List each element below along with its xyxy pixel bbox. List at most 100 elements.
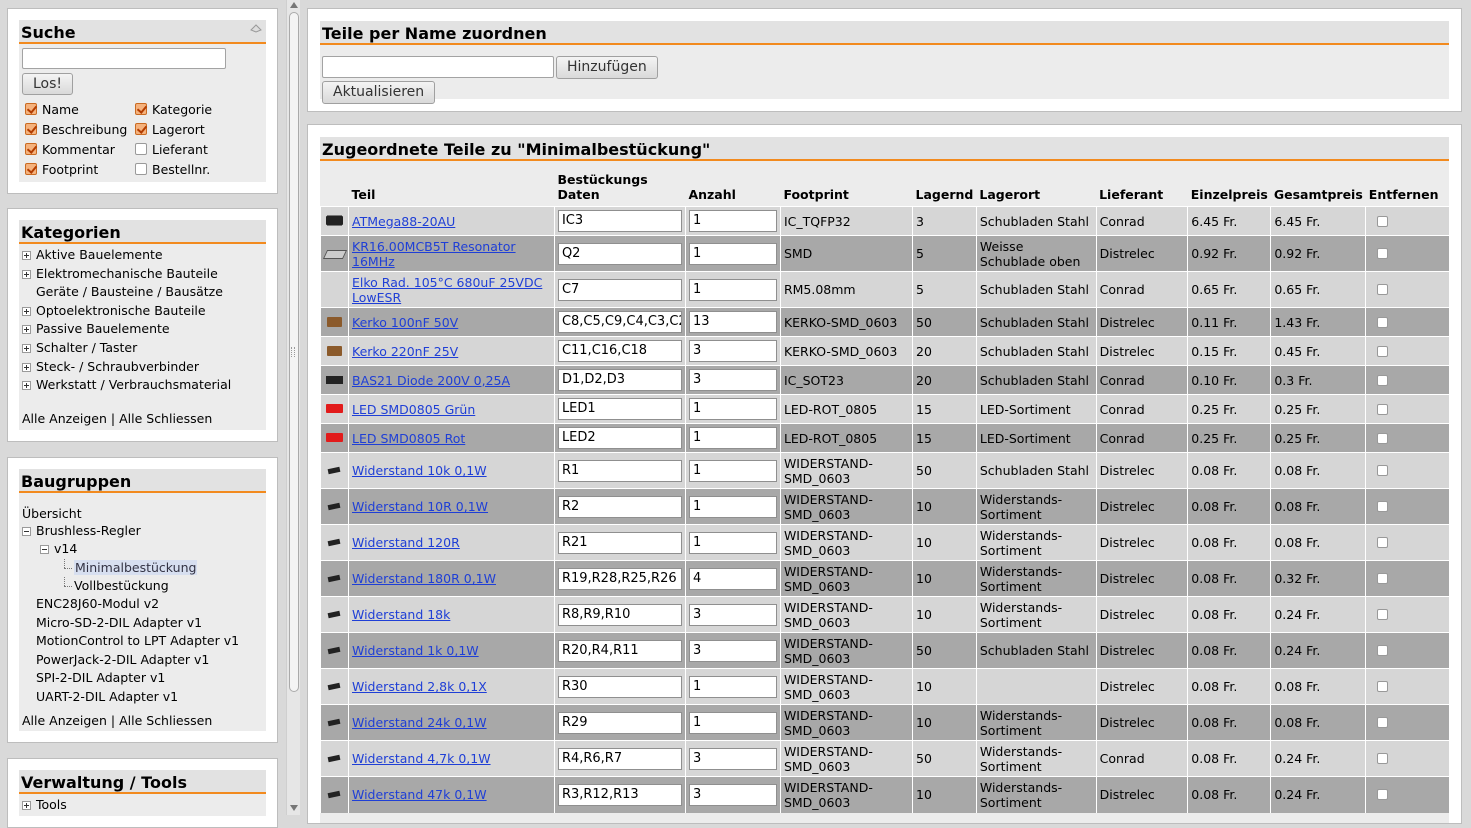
quantity-input[interactable]: 1 — [688, 398, 777, 420]
expand-node-icon[interactable] — [22, 306, 31, 316]
quantity-input[interactable]: 3 — [688, 639, 777, 662]
remove-checkbox[interactable] — [1377, 717, 1389, 728]
part-link[interactable]: Widerstand 10k 0,1W — [352, 463, 487, 478]
category-item[interactable]: Passive Bauelemente — [22, 320, 170, 338]
quantity-input[interactable]: 3 — [688, 747, 777, 770]
category-item[interactable]: Aktive Bauelemente — [22, 246, 163, 264]
remove-checkbox[interactable] — [1377, 645, 1389, 656]
remove-checkbox[interactable] — [1377, 609, 1389, 620]
part-link[interactable]: LED SMD0805 Grün — [352, 402, 475, 417]
assemblies-close-all[interactable]: Alle Schliessen — [119, 713, 212, 728]
quantity-input[interactable]: 1 — [688, 711, 777, 734]
collapse-node-icon[interactable] — [40, 545, 49, 554]
assembly-overview[interactable]: Übersicht — [22, 505, 82, 523]
quantity-input[interactable]: 1 — [688, 210, 777, 232]
search-option[interactable]: Bestellnr. — [135, 160, 210, 178]
remove-checkbox[interactable] — [1377, 248, 1389, 259]
remove-checkbox[interactable] — [1377, 215, 1389, 227]
refresh-button[interactable]: Aktualisieren — [322, 81, 436, 104]
categories-close-all[interactable]: Alle Schliessen — [119, 411, 212, 426]
search-option[interactable]: Beschreibung — [25, 120, 127, 138]
part-link[interactable]: Widerstand 2,8k 0,1X — [352, 679, 487, 694]
admin-tools[interactable]: Tools — [22, 796, 67, 814]
placement-data-input[interactable]: LED1 — [557, 398, 682, 420]
quantity-input[interactable]: 1 — [688, 427, 777, 449]
search-option-checkbox[interactable] — [25, 143, 37, 155]
search-option-checkbox[interactable] — [135, 163, 147, 175]
assembly-item[interactable]: ENC28J60-Modul v2 — [22, 595, 159, 613]
remove-checkbox[interactable] — [1377, 284, 1389, 295]
quantity-input[interactable]: 1 — [688, 675, 777, 698]
assemblies-show-all[interactable]: Alle Anzeigen — [22, 713, 107, 728]
category-item[interactable]: Schalter / Taster — [22, 339, 137, 357]
category-item[interactable]: Geräte / Bausteine / Bausätze — [22, 283, 223, 301]
remove-checkbox[interactable] — [1377, 432, 1389, 444]
remove-checkbox[interactable] — [1377, 403, 1389, 415]
search-option-checkbox[interactable] — [25, 103, 37, 115]
part-link[interactable]: Widerstand 120R — [352, 535, 460, 550]
quantity-input[interactable]: 3 — [688, 783, 777, 806]
assembly-item[interactable]: SPI-2-DIL Adapter v1 — [22, 669, 165, 687]
expand-node-icon[interactable] — [22, 325, 31, 335]
category-item[interactable]: Steck- / Schraubverbinder — [22, 358, 199, 376]
frame-scrollbar[interactable] — [286, 0, 300, 815]
search-option-checkbox[interactable] — [25, 123, 37, 135]
category-item[interactable]: Optoelektronische Bauteile — [22, 302, 206, 320]
search-option[interactable]: Kategorie — [135, 100, 212, 118]
add-button[interactable]: Hinzufügen — [556, 56, 658, 79]
part-link[interactable]: ATMega88-20AU — [352, 214, 455, 229]
quantity-input[interactable]: 4 — [688, 567, 777, 590]
part-link[interactable]: KR16.00MCB5T Resonator 16MHz — [352, 239, 516, 269]
search-option-checkbox[interactable] — [25, 163, 37, 175]
collapse-icon[interactable] — [250, 23, 262, 33]
assembly-sibling[interactable]: Vollbestückung — [60, 577, 169, 595]
placement-data-input[interactable]: R19,R28,R25,R26 — [557, 567, 682, 590]
placement-data-input[interactable]: R4,R6,R7 — [557, 747, 682, 770]
part-link[interactable]: BAS21 Diode 200V 0,25A — [352, 373, 510, 388]
assembly-version[interactable]: v14 — [40, 540, 77, 558]
placement-data-input[interactable]: IC3 — [557, 210, 682, 232]
placement-data-input[interactable]: R20,R4,R11 — [557, 639, 682, 662]
expand-node-icon[interactable] — [22, 251, 31, 260]
remove-checkbox[interactable] — [1377, 345, 1389, 357]
quantity-input[interactable]: 13 — [688, 311, 777, 333]
assembly-root[interactable]: Brushless-Regler — [22, 522, 141, 540]
placement-data-input[interactable]: R8,R9,R10 — [557, 603, 682, 626]
quantity-input[interactable]: 3 — [688, 340, 777, 362]
scroll-up-icon[interactable] — [290, 2, 298, 8]
category-item[interactable]: Elektromechanische Bauteile — [22, 265, 218, 283]
expand-node-icon[interactable] — [22, 362, 31, 372]
placement-data-input[interactable]: Q2 — [557, 242, 682, 265]
placement-data-input[interactable]: C7 — [557, 278, 682, 301]
part-link[interactable]: Widerstand 1k 0,1W — [352, 643, 479, 658]
collapse-node-icon[interactable] — [22, 527, 31, 536]
placement-data-input[interactable]: R21 — [557, 531, 682, 554]
categories-show-all[interactable]: Alle Anzeigen — [22, 411, 107, 426]
placement-data-input[interactable]: R30 — [557, 675, 682, 698]
search-button[interactable]: Los! — [22, 73, 74, 95]
quantity-input[interactable]: 1 — [688, 495, 777, 518]
assembly-item[interactable]: PowerJack-2-DIL Adapter v1 — [22, 651, 209, 669]
placement-data-input[interactable]: D1,D2,D3 — [557, 369, 682, 391]
expand-node-icon[interactable] — [22, 801, 31, 810]
part-link[interactable]: Elko Rad. 105°C 680uF 25VDC LowESR — [352, 275, 542, 305]
part-link[interactable]: Widerstand 47k 0,1W — [352, 787, 487, 802]
remove-checkbox[interactable] — [1377, 316, 1389, 328]
part-link[interactable]: Widerstand 24k 0,1W — [352, 715, 487, 730]
part-link[interactable]: Kerko 100nF 50V — [352, 315, 458, 330]
assembly-item[interactable]: MotionControl to LPT Adapter v1 — [22, 632, 239, 650]
category-item[interactable]: Werkstatt / Verbrauchsmaterial — [22, 376, 231, 394]
search-option[interactable]: Lieferant — [135, 140, 208, 158]
search-option-checkbox[interactable] — [135, 103, 147, 115]
remove-checkbox[interactable] — [1377, 681, 1389, 692]
part-link[interactable]: Widerstand 4,7k 0,1W — [352, 751, 491, 766]
search-option[interactable]: Name — [25, 100, 79, 118]
search-input[interactable] — [22, 48, 226, 69]
quantity-input[interactable]: 1 — [688, 459, 777, 482]
search-option[interactable]: Kommentar — [25, 140, 115, 158]
placement-data-input[interactable]: R29 — [557, 711, 682, 734]
remove-checkbox[interactable] — [1377, 573, 1389, 584]
remove-checkbox[interactable] — [1377, 753, 1389, 764]
remove-checkbox[interactable] — [1377, 465, 1389, 476]
remove-checkbox[interactable] — [1377, 789, 1389, 801]
